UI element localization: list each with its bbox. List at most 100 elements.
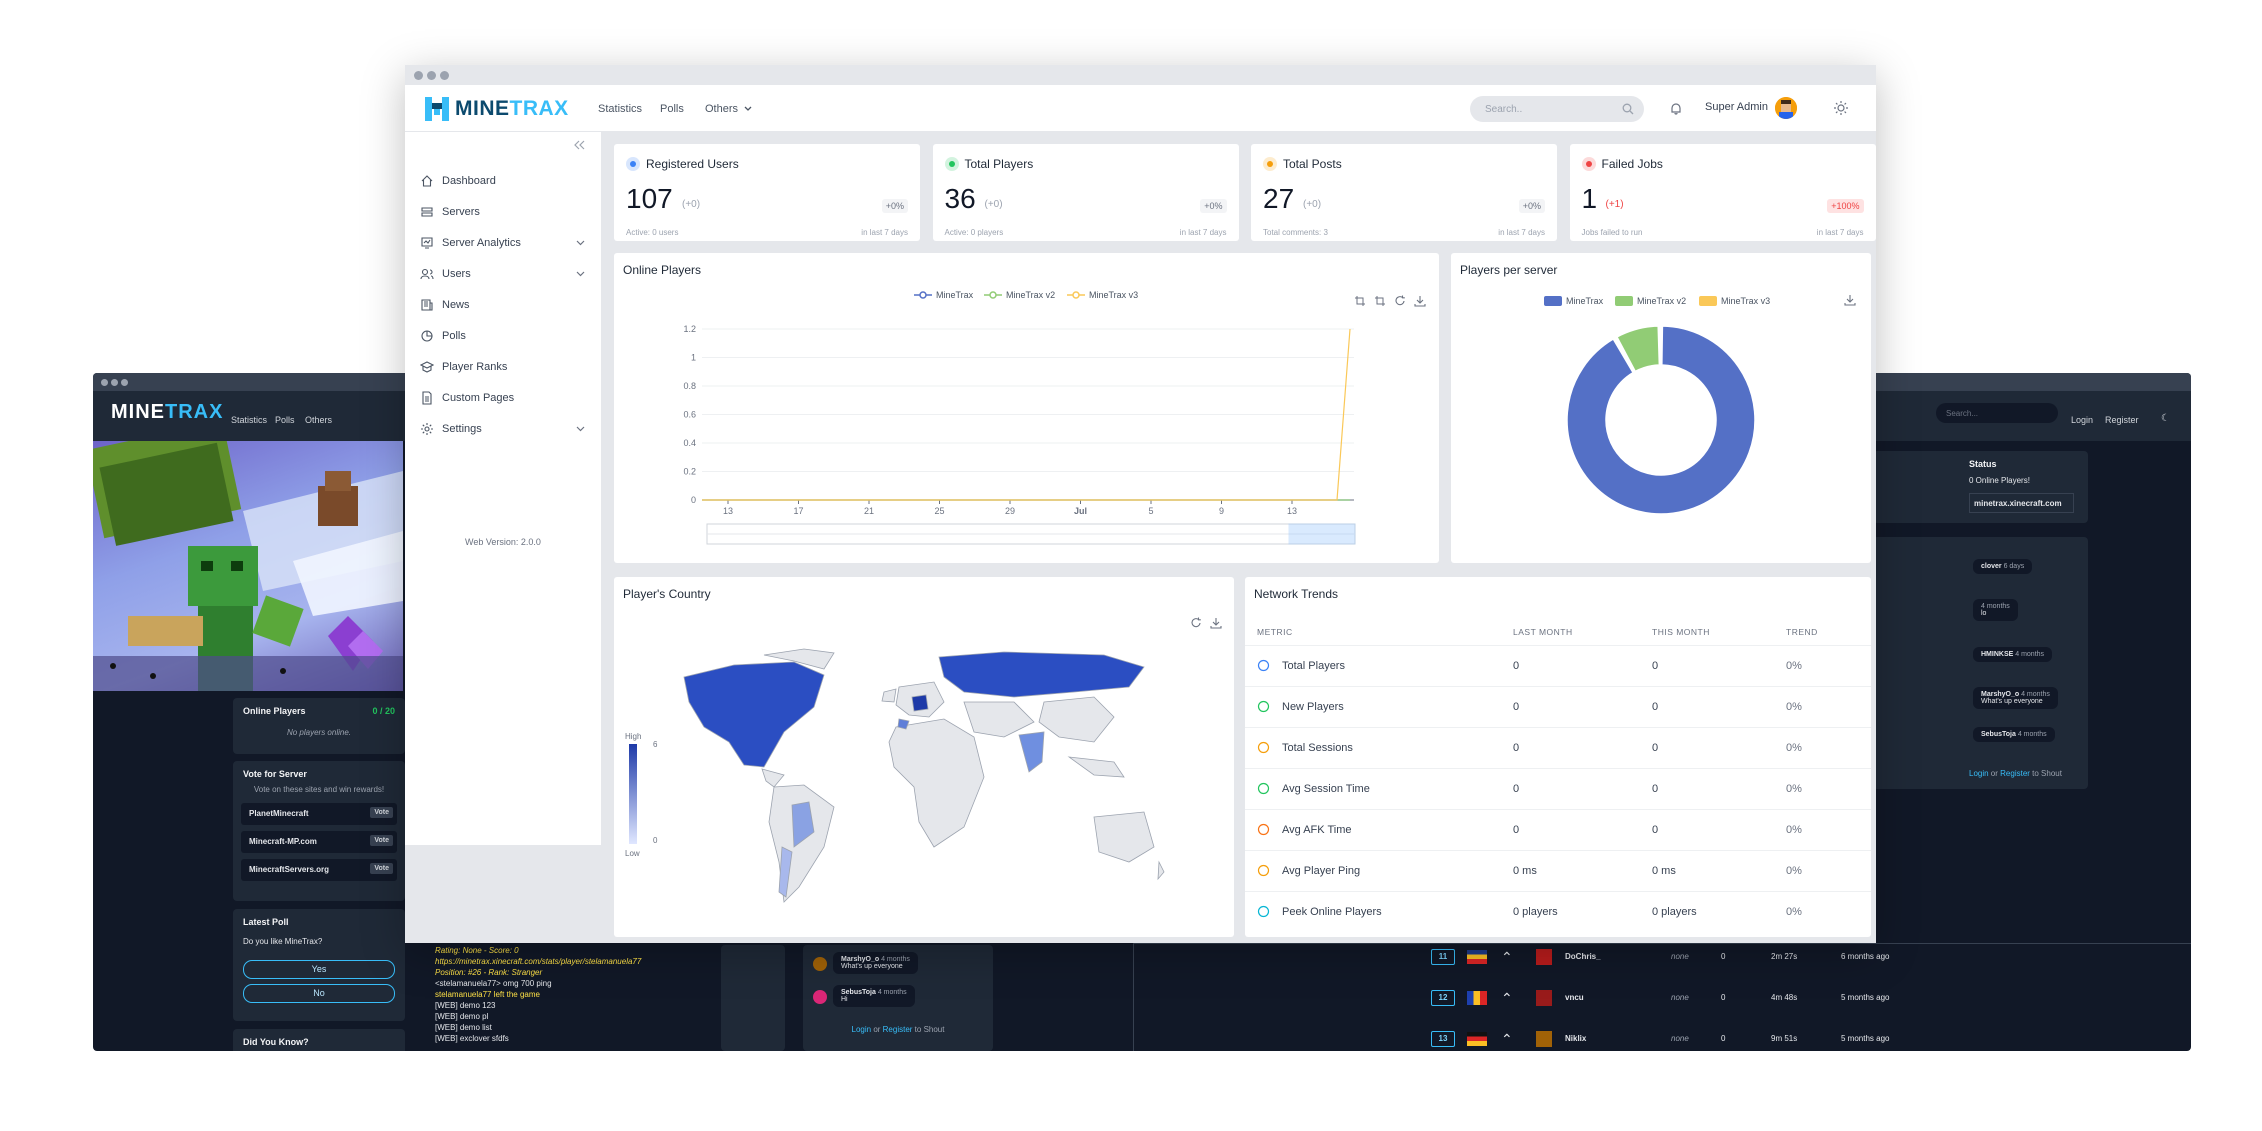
last-month-value: 0 — [1513, 701, 1519, 713]
window-dot — [121, 379, 128, 386]
chat-line: https://minetrax.xinecraft.com/stats/pla… — [435, 956, 715, 967]
moon-icon[interactable]: ☾ — [2161, 413, 2170, 424]
table-row[interactable]: 12 ⌃ vncu none 0 4m 48s 5 months ago — [1431, 986, 1911, 1010]
server-chat-console: Rating: None - Score: 0 https://minetrax… — [435, 945, 715, 1044]
player-rank: none — [1671, 993, 1689, 1002]
slider-window[interactable] — [1289, 524, 1355, 544]
search-icon — [1622, 103, 1634, 115]
window-dot — [427, 71, 436, 80]
x-tick-label: 29 — [1005, 506, 1015, 516]
poll-yes-button[interactable]: Yes — [243, 960, 395, 979]
flag-icon — [1467, 991, 1487, 1005]
dark-login-link[interactable]: Login — [2071, 415, 2093, 425]
user-name[interactable]: Super Admin — [1705, 101, 1768, 113]
server-host[interactable]: minetrax.xinecraft.com — [1969, 493, 2074, 513]
sidebar-item-users[interactable]: Users — [420, 263, 585, 285]
online-count: 0 / 20 — [372, 706, 395, 716]
last-month-value: 0 — [1513, 660, 1519, 672]
vote-button[interactable]: Vote — [370, 835, 393, 846]
table-row[interactable]: Avg AFK Time000% — [1245, 809, 1871, 850]
shout-message: HMINKSE 4 months — [1973, 647, 2052, 662]
shoutbox-card: MarshyO_o 4 monthsWhat's up everyone Seb… — [803, 945, 993, 1051]
last-month-value: 0 — [1513, 824, 1519, 836]
player-name: DoChris_ — [1565, 952, 1601, 961]
stat-card-registered-users: Registered Users107(+0)Active: 0 users+0… — [614, 144, 920, 241]
table-row[interactable]: Total Sessions000% — [1245, 727, 1871, 768]
avatar — [813, 957, 827, 971]
dark-nav-polls[interactable]: Polls — [275, 415, 295, 425]
sun-icon[interactable] — [1834, 101, 1848, 115]
play-time: 4m 48s — [1771, 993, 1797, 1002]
shout-footer: Login or Register to Shout — [1969, 769, 2062, 778]
player-head-icon — [1536, 949, 1552, 965]
vote-button[interactable]: Vote — [370, 863, 393, 874]
dark-search-input[interactable]: Search... — [1936, 403, 2058, 423]
rank-icon — [420, 360, 434, 374]
x-tick-label: Jul — [1074, 506, 1087, 516]
table-row[interactable]: Avg Session Time000% — [1245, 768, 1871, 809]
login-link[interactable]: Login — [1969, 769, 1989, 778]
sidebar-item-dashboard[interactable]: Dashboard — [420, 170, 585, 192]
this-month-value: 0 ms — [1652, 865, 1676, 877]
hero-image — [93, 441, 403, 691]
stat-value: 36 — [945, 183, 976, 215]
metric-icon — [1257, 782, 1270, 795]
minecraft-art-image — [93, 441, 403, 691]
map-new-zealand — [1158, 862, 1164, 879]
vote-site-name: MinecraftServers.org — [249, 865, 329, 874]
shout-time: 4 months — [2015, 651, 2044, 658]
poll-no-button[interactable]: No — [243, 984, 395, 1003]
table-row[interactable]: New Players000% — [1245, 686, 1871, 727]
sidebar-item-label: Settings — [442, 423, 482, 435]
dark-register-link[interactable]: Register — [2105, 415, 2139, 425]
bell-icon[interactable] — [1670, 102, 1682, 115]
refresh-icon[interactable] — [1190, 617, 1202, 629]
table-row[interactable]: Avg Player Ping0 ms0 ms0% — [1245, 850, 1871, 891]
nav-polls[interactable]: Polls — [660, 103, 684, 115]
avatar[interactable] — [1775, 97, 1797, 119]
sidebar-item-label: Player Ranks — [442, 361, 507, 373]
server-icon — [420, 205, 434, 219]
player-value: 0 — [1721, 1034, 1725, 1043]
trend-value: 0% — [1786, 701, 1802, 713]
dark-nav-others[interactable]: Others — [305, 415, 332, 425]
sidebar-item-polls[interactable]: Polls — [420, 325, 585, 347]
pie-slice-1[interactable] — [1567, 326, 1755, 514]
page-icon — [420, 391, 434, 405]
sidebar-item-servers[interactable]: Servers — [420, 201, 585, 223]
sidebar-item-settings[interactable]: Settings — [420, 418, 585, 440]
sidebar-item-news[interactable]: News — [420, 294, 585, 316]
panel-title: Network Trends — [1254, 587, 1338, 601]
register-link[interactable]: Register — [883, 1025, 913, 1034]
nav-others[interactable]: Others — [705, 103, 738, 115]
news-icon — [420, 298, 434, 312]
search-input[interactable]: Search.. — [1470, 96, 1644, 122]
download-icon[interactable] — [1210, 617, 1222, 629]
vote-site-row: Minecraft-MP.comVote — [241, 831, 397, 853]
sidebar-item-label: Polls — [442, 330, 466, 342]
world-map[interactable] — [674, 647, 1174, 917]
login-link[interactable]: Login — [852, 1025, 872, 1034]
minetrax-logo-icon — [425, 97, 449, 121]
this-month-value: 0 players — [1652, 906, 1697, 918]
collapse-sidebar-icon[interactable] — [573, 140, 585, 150]
sidebar-item-server-analytics[interactable]: Server Analytics — [420, 232, 585, 254]
table-row[interactable]: Peek Online Players0 players0 players0% — [1245, 891, 1871, 932]
shout-time: 4 months — [881, 956, 910, 963]
vote-card: Vote for Server Vote on these sites and … — [233, 761, 405, 901]
sidebar-item-custom-pages[interactable]: Custom Pages — [420, 387, 585, 409]
nav-statistics[interactable]: Statistics — [598, 103, 642, 115]
logo[interactable]: MINETRAX — [425, 95, 569, 123]
sidebar-item-player-ranks[interactable]: Player Ranks — [420, 356, 585, 378]
footer-text: or — [1989, 769, 2001, 778]
trend-value: 0% — [1786, 865, 1802, 877]
players-per-server-donut-chart[interactable] — [1451, 253, 1871, 563]
vote-button[interactable]: Vote — [370, 807, 393, 818]
dark-logo[interactable]: MINETRAX — [111, 401, 223, 424]
dark-nav-statistics[interactable]: Statistics — [231, 415, 267, 425]
table-row[interactable]: 11 ⌃ DoChris_ none 0 2m 27s 6 months ago — [1431, 945, 1911, 969]
online-players-line-chart[interactable]: 00.20.40.60.811.21317212529Jul5913 — [614, 253, 1439, 563]
register-link[interactable]: Register — [2000, 769, 2030, 778]
table-row[interactable]: Total Players000% — [1245, 645, 1871, 686]
table-row[interactable]: 13 ⌃ Niklix none 0 9m 51s 5 months ago — [1431, 1027, 1911, 1051]
